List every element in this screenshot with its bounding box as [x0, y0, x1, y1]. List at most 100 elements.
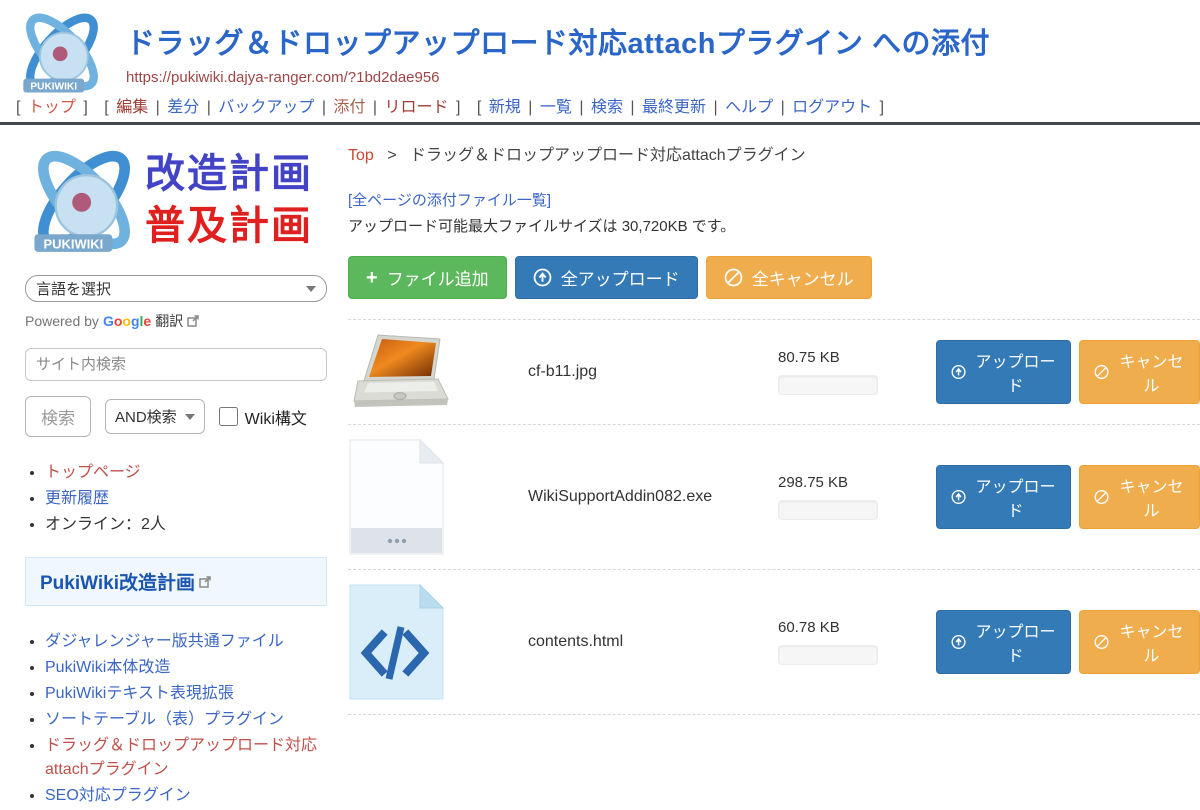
plus-icon: +: [366, 268, 378, 288]
cancel-label: キャンセル: [1118, 618, 1185, 666]
upload-label: アップロード: [975, 618, 1056, 666]
breadcrumb-separator: >: [387, 147, 396, 164]
sidebar-item-core-mod[interactable]: PukiWiki本体改造: [45, 659, 170, 676]
banner-kaizo-text: 改造計画: [145, 148, 313, 200]
file-size: 60.78 KB: [778, 619, 918, 636]
upload-button[interactable]: アップロード: [936, 340, 1071, 404]
separator: |: [207, 99, 211, 116]
language-select[interactable]: 言語を選択: [25, 275, 327, 302]
list-item: ソートテーブル（表）プラグイン: [45, 708, 332, 733]
file-size: 80.75 KB: [778, 349, 918, 366]
nav-new[interactable]: 新規: [489, 99, 521, 116]
page-title: ドラッグ＆ドロップアップロード対応attachプラグイン への添付: [126, 20, 990, 62]
list-item: PukiWikiテキスト表現拡張: [45, 682, 332, 707]
list-item: ドラッグ＆ドロップアップロード対応attachプラグイン: [45, 734, 332, 784]
sidebar-item-recent-changes[interactable]: 更新履歴: [45, 490, 109, 507]
cancel-label: キャンセル: [1118, 348, 1185, 396]
upload-circle-icon: [951, 633, 966, 651]
list-item: トップページ: [45, 461, 332, 486]
nav-top[interactable]: トップ: [28, 99, 76, 116]
upload-button[interactable]: アップロード: [936, 465, 1071, 529]
sidebar-item-seo-plugin[interactable]: SEO対応プラグイン: [45, 787, 191, 804]
cancel-label: キャンセル: [1118, 473, 1185, 521]
breadcrumb: Top > ドラッグ＆ドロップアップロード対応attachプラグイン: [348, 141, 1200, 165]
upload-progress-bar: [778, 375, 878, 395]
upload-all-button[interactable]: 全アップロード: [515, 256, 698, 299]
online-counter: オンライン：2人: [45, 513, 332, 538]
cancel-all-button[interactable]: 全キャンセル: [706, 256, 872, 299]
page-url-link[interactable]: https://pukiwiki.dajya-ranger.com/?1bd2d…: [126, 69, 440, 86]
upload-button[interactable]: アップロード: [936, 610, 1071, 674]
portal-box: PukiWiki改造計画: [25, 557, 327, 606]
sidebar-item-sort-table[interactable]: ソートテーブル（表）プラグイン: [45, 711, 284, 728]
bracket: [: [104, 99, 108, 116]
file-name: contents.html: [478, 633, 778, 651]
nav-recent[interactable]: 最終更新: [642, 99, 706, 116]
separator: |: [579, 99, 583, 116]
top-navbar: [ トップ ] [ 編集 | 差分 | バックアップ | 添付 | リロード ]…: [10, 93, 890, 117]
max-upload-size-text: アップロード可能最大ファイルサイズは 30,720KB です。: [348, 215, 1200, 236]
add-files-label: ファイル追加: [387, 265, 489, 290]
bracket: [: [16, 99, 20, 116]
nav-attach[interactable]: 添付: [333, 99, 365, 116]
language-select-value: 言語を選択: [36, 278, 111, 299]
upload-circle-icon: [533, 268, 552, 287]
list-item: 更新履歴: [45, 487, 332, 512]
sidebar-plugin-links: ダジャレンジャー版共通ファイル PukiWiki本体改造 PukiWikiテキス…: [45, 630, 332, 809]
list-item: ダジャレンジャー版共通ファイル: [45, 630, 332, 655]
wiki-syntax-option: Wiki構文: [219, 405, 307, 429]
upload-toolbar: + ファイル追加 全アップロード 全キャンセル: [348, 256, 1200, 299]
file-size: 298.75 KB: [778, 474, 918, 491]
sidebar-item-text-ext[interactable]: PukiWikiテキスト表現拡張: [45, 685, 234, 702]
external-link-icon: [199, 576, 211, 588]
cancel-button[interactable]: キャンセル: [1079, 610, 1200, 674]
ban-circle-icon: [1094, 488, 1109, 506]
separator: |: [781, 99, 785, 116]
search-button[interactable]: 検索: [25, 396, 91, 437]
list-item: PukiWiki本体改造: [45, 656, 332, 681]
page-header: ドラッグ＆ドロップアップロード対応attachプラグイン への添付 https:…: [0, 0, 1200, 125]
table-row: contents.html 60.78 KB アップロード キャンセル: [348, 570, 1200, 715]
cancel-button[interactable]: キャンセル: [1079, 465, 1200, 529]
sidebar-item-attach-plugin[interactable]: ドラッグ＆ドロップアップロード対応attachプラグイン: [45, 737, 317, 779]
chevron-down-icon: [185, 414, 195, 420]
bracket: [: [477, 99, 481, 116]
sidebar: 改造計画 普及計画 言語を選択 Powered by Google 翻訳 検索 …: [0, 125, 332, 810]
nav-logout[interactable]: ログアウト: [792, 99, 872, 116]
nav-search[interactable]: 検索: [591, 99, 623, 116]
search-mode-select[interactable]: AND検索: [105, 399, 205, 434]
nav-reload[interactable]: リロード: [385, 99, 449, 116]
nav-help[interactable]: ヘルプ: [725, 99, 773, 116]
separator: |: [630, 99, 634, 116]
site-search-input[interactable]: [25, 348, 327, 381]
nav-edit[interactable]: 編集: [116, 99, 148, 116]
separator: |: [373, 99, 377, 116]
ban-circle-icon: [1094, 633, 1109, 651]
nav-backup[interactable]: バックアップ: [218, 99, 314, 116]
sidebar-quick-links: トップページ 更新履歴 オンライン：2人: [45, 461, 332, 537]
upload-progress-bar: [778, 645, 878, 665]
upload-circle-icon: [951, 363, 966, 381]
file-name: cf-b11.jpg: [478, 363, 778, 381]
breadcrumb-top-link[interactable]: Top: [348, 147, 374, 164]
sidebar-item-common-files[interactable]: ダジャレンジャー版共通ファイル: [45, 633, 284, 650]
portal-title: PukiWiki改造計画: [40, 568, 195, 595]
sidebar-item-toppage[interactable]: トップページ: [45, 464, 141, 481]
all-attachments-link[interactable]: [全ページの添付ファイル一覧]: [348, 189, 551, 210]
search-mode-value: AND検索: [115, 406, 177, 427]
nav-list[interactable]: 一覧: [540, 99, 572, 116]
upload-circle-icon: [951, 488, 966, 506]
bracket: ]: [880, 99, 884, 116]
breadcrumb-current-page: ドラッグ＆ドロップアップロード対応attachプラグイン: [410, 147, 806, 164]
site-banner: 改造計画 普及計画: [25, 139, 332, 261]
chevron-down-icon: [306, 286, 316, 292]
nav-diff[interactable]: 差分: [167, 99, 199, 116]
add-files-button[interactable]: + ファイル追加: [348, 256, 507, 299]
wiki-syntax-checkbox[interactable]: [219, 407, 238, 426]
portal-link[interactable]: PukiWiki改造計画: [40, 568, 211, 595]
translate-link[interactable]: 翻訳: [155, 311, 183, 331]
ban-circle-icon: [724, 268, 743, 287]
cancel-button[interactable]: キャンセル: [1079, 340, 1200, 404]
upload-file-table: cf-b11.jpg 80.75 KB アップロード キャンセル: [348, 319, 1200, 715]
upload-label: アップロード: [975, 348, 1056, 396]
